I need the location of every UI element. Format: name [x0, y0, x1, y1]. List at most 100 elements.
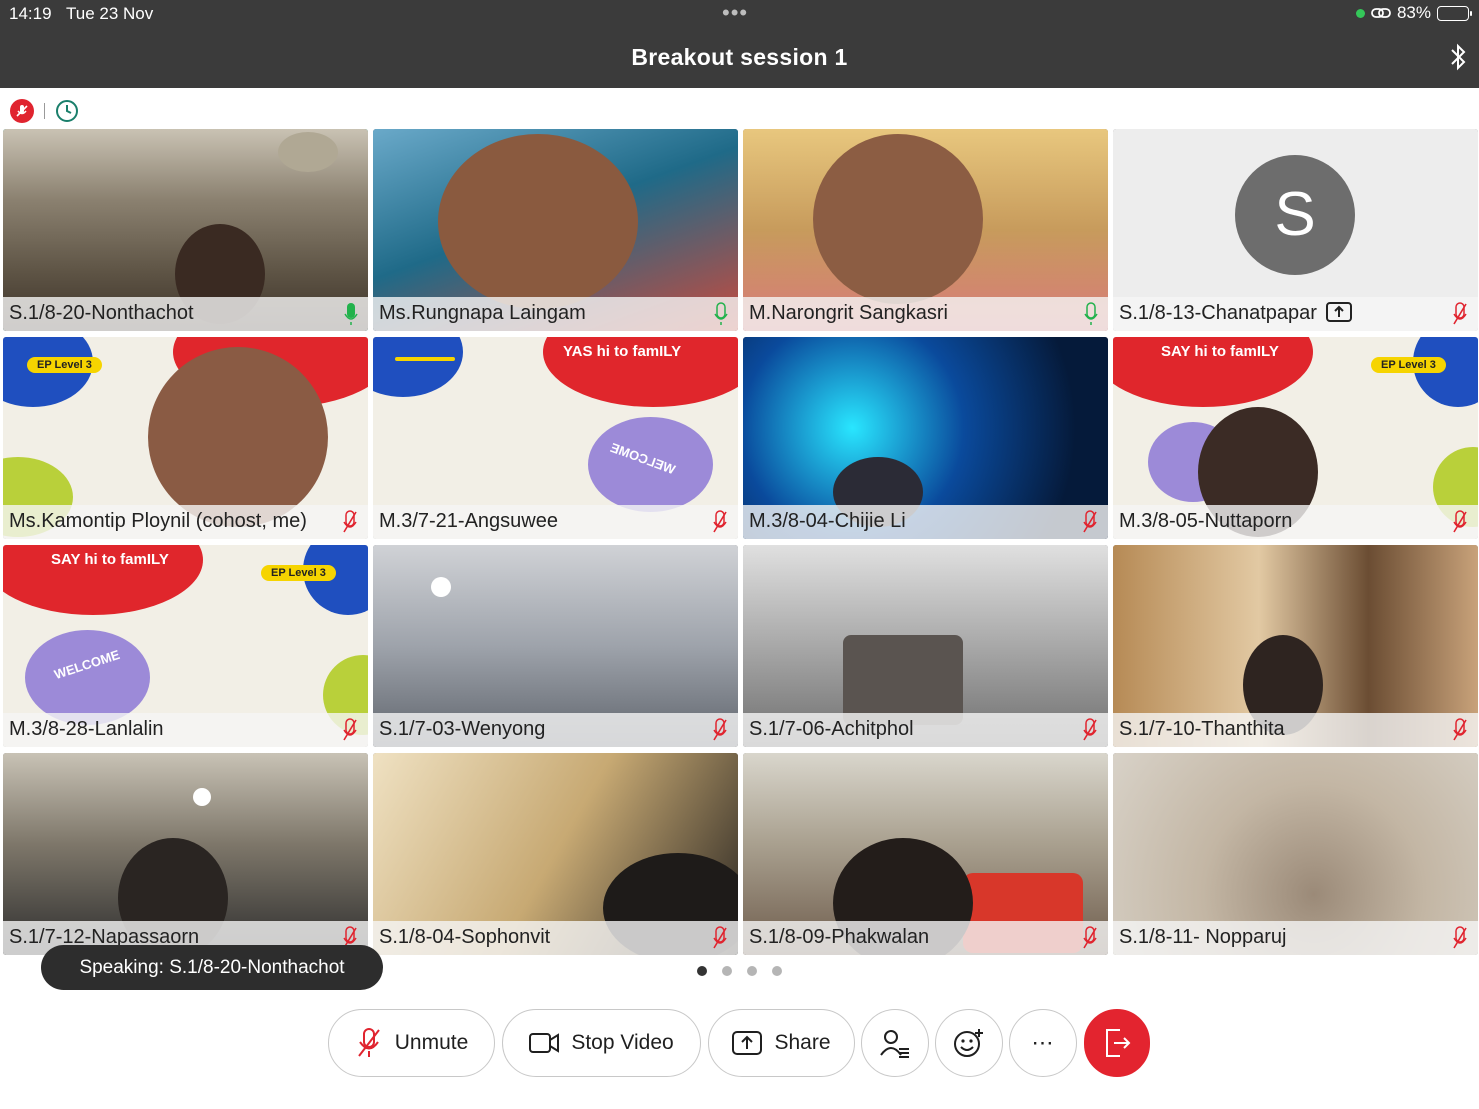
video-tile[interactable]: Ms.Rungnapa Laingam: [373, 129, 738, 331]
status-date: Tue 23 Nov: [66, 4, 154, 23]
clock-icon[interactable]: [55, 99, 79, 123]
more-dots-icon: ⋯: [1031, 1030, 1055, 1055]
status-bar: 14:19 Tue 23 Nov ••• 83%: [0, 0, 1479, 28]
poster-headline: SAY hi to famILY: [51, 551, 169, 568]
participant-name: S.1/7-10-Thanthita: [1119, 718, 1285, 740]
video-tile[interactable]: S.1/8-20-Nonthachot: [3, 129, 368, 331]
mic-muted-icon: [1083, 718, 1097, 741]
status-time: 14:19: [9, 4, 52, 23]
stop-video-label: Stop Video: [571, 1031, 674, 1054]
reactions-button[interactable]: [935, 1009, 1003, 1077]
unmute-button[interactable]: Unmute: [328, 1009, 495, 1077]
participant-label: S.1/8-11- Nopparuj: [1113, 921, 1478, 955]
video-tile[interactable]: M.3/8-04-Chijie Li: [743, 337, 1108, 539]
page-indicator[interactable]: [697, 966, 782, 976]
mic-muted-icon: [1083, 926, 1097, 949]
video-tile[interactable]: S.1/8-09-Phakwalan: [743, 753, 1108, 955]
participant-name: M.3/8-04-Chijie Li: [749, 510, 906, 532]
participant-name: S.1/8-04-Sophonvit: [379, 926, 551, 948]
poster-level-badge: EP Level 3: [261, 565, 336, 581]
mic-muted-icon: [343, 510, 357, 533]
mic-muted-icon: [1083, 510, 1097, 533]
unmute-label: Unmute: [394, 1031, 469, 1054]
video-tile[interactable]: EP Level 3 Ms.Kamontip Ploynil (cohost, …: [3, 337, 368, 539]
emoji-add-icon: [954, 1029, 983, 1057]
multitasking-dots-icon[interactable]: •••: [722, 0, 748, 26]
participant-name: Ms.Kamontip Ploynil (cohost, me): [9, 510, 307, 532]
speaking-indicator: Speaking: S.1/8-20-Nonthachot: [41, 945, 383, 990]
video-tile[interactable]: YAS hi to famILY WELCOME M.3/7-21-Angsuw…: [373, 337, 738, 539]
mic-active-icon: [714, 302, 728, 325]
video-tile[interactable]: S S.1/8-13-Chanatpapar: [1113, 129, 1478, 331]
avatar: S: [1235, 155, 1355, 275]
video-tile[interactable]: SAY hi to famILY EP Level 3 WELCOME M.3/…: [3, 545, 368, 747]
divider: [44, 103, 45, 119]
mic-active-icon: [1084, 302, 1098, 325]
meeting-header: Breakout session 1: [0, 28, 1479, 88]
meeting-title: Breakout session 1: [631, 44, 848, 70]
share-screen-icon: [732, 1031, 763, 1055]
participant-name: M.3/8-05-Nuttaporn: [1119, 510, 1293, 532]
video-tile[interactable]: S.1/7-10-Thanthita: [1113, 545, 1478, 747]
battery-icon: [1437, 5, 1472, 21]
leave-icon: [1106, 1029, 1131, 1057]
video-tile[interactable]: S.1/7-06-Achitphol: [743, 545, 1108, 747]
mic-muted-icon: [1453, 718, 1467, 741]
poster-level-badge: EP Level 3: [27, 357, 102, 373]
participant-label: M.3/8-28-Lanlalin: [3, 713, 368, 747]
video-tile[interactable]: S.1/8-04-Sophonvit: [373, 753, 738, 955]
share-upload-icon: [1326, 302, 1353, 322]
meeting-indicators: [10, 99, 79, 123]
participant-label: S.1/7-03-Wenyong: [373, 713, 738, 747]
video-grid: S.1/8-20-Nonthachot Ms.Rungnapa Laingam …: [3, 129, 1478, 955]
participant-label: S.1/8-04-Sophonvit: [373, 921, 738, 955]
participant-name: S.1/7-06-Achitphol: [749, 718, 914, 740]
share-label: Share: [774, 1031, 831, 1054]
page-dot[interactable]: [772, 966, 782, 976]
participant-label: M.3/7-21-Angsuwee: [373, 505, 738, 539]
camera-in-use-indicator: [1355, 8, 1365, 18]
participant-label: S.1/8-20-Nonthachot: [3, 297, 368, 331]
participant-label: S.1/7-06-Achitphol: [743, 713, 1108, 747]
mic-muted-icon: [713, 718, 727, 741]
poster-headline: YAS hi to famILY: [563, 343, 682, 360]
bluetooth-icon[interactable]: [1449, 42, 1467, 72]
participant-name: S.1/8-20-Nonthachot: [9, 302, 194, 324]
participant-label: S.1/8-09-Phakwalan: [743, 921, 1108, 955]
participant-label: S.1/8-13-Chanatpapar: [1113, 297, 1478, 331]
video-tile[interactable]: SAY hi to famILY EP Level 3 M.3/8-05-Nut…: [1113, 337, 1478, 539]
participant-label: Ms.Rungnapa Laingam: [373, 297, 738, 331]
mic-muted-icon: [1453, 302, 1467, 325]
participant-name: S.1/8-09-Phakwalan: [749, 926, 930, 948]
participant-label: M.Narongrit Sangkasri: [743, 297, 1108, 331]
poster-headline: SAY hi to famILY: [1161, 343, 1279, 360]
video-tile[interactable]: S.1/8-11- Nopparuj: [1113, 753, 1478, 955]
participant-name: Ms.Rungnapa Laingam: [379, 302, 586, 324]
participant-name: S.1/8-11- Nopparuj: [1119, 926, 1287, 948]
muted-mic-indicator-icon[interactable]: [10, 99, 34, 123]
mic-muted-icon: [343, 718, 357, 741]
more-options-button[interactable]: ⋯: [1009, 1009, 1077, 1077]
poster-level-badge: [395, 357, 455, 361]
status-right: 83%: [1355, 3, 1472, 23]
video-tile[interactable]: S.1/7-03-Wenyong: [373, 545, 738, 747]
participant-name: M.Narongrit Sangkasri: [749, 302, 948, 324]
video-tile[interactable]: M.Narongrit Sangkasri: [743, 129, 1108, 331]
battery-percent: 83%: [1396, 3, 1431, 22]
page-dot[interactable]: [747, 966, 757, 976]
page-dot[interactable]: [722, 966, 732, 976]
participants-button[interactable]: [861, 1009, 929, 1077]
leave-meeting-button[interactable]: [1084, 1009, 1150, 1077]
link-icon: [1371, 8, 1391, 18]
video-tile[interactable]: S.1/7-12-Napassaorn: [3, 753, 368, 955]
share-button[interactable]: Share: [708, 1009, 855, 1077]
participants-icon: [880, 1030, 909, 1058]
meeting-toolbar: Unmute Stop Video Share ⋯: [0, 1009, 1479, 1077]
page-dot[interactable]: [697, 966, 707, 976]
participant-label: Ms.Kamontip Ploynil (cohost, me): [3, 505, 368, 539]
video-camera-icon: [529, 1033, 560, 1053]
participant-name: M.3/7-21-Angsuwee: [379, 510, 558, 532]
participant-name: S.1/8-13-Chanatpapar: [1119, 302, 1317, 324]
stop-video-button[interactable]: Stop Video: [502, 1009, 701, 1077]
mic-muted-icon: [1453, 510, 1467, 533]
